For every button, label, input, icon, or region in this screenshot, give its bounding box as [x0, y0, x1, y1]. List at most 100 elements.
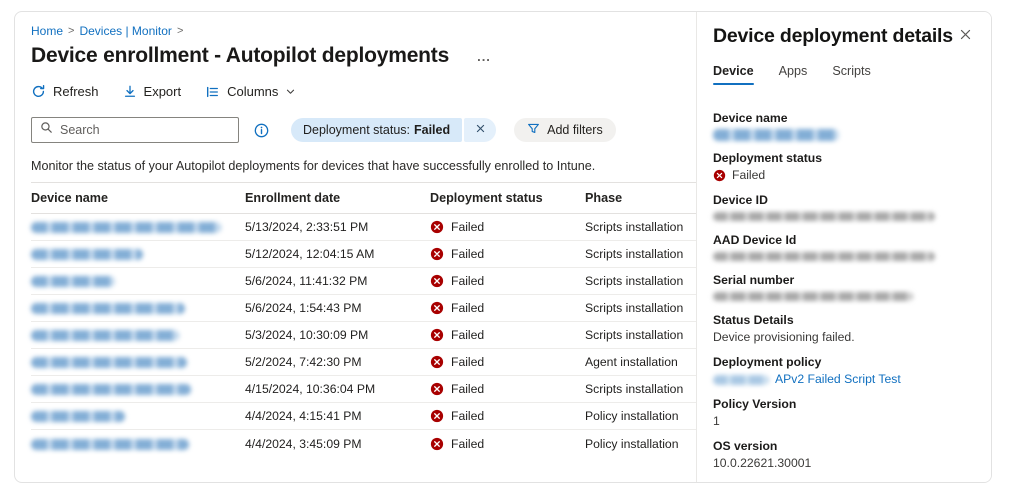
- phase-cell: Scripts installation: [585, 301, 696, 315]
- enrollment-date-cell: 4/4/2024, 4:15:41 PM: [245, 409, 430, 423]
- field-deployment-status: Deployment status Failed: [713, 150, 975, 184]
- device-deployment-details-panel: Device deployment details Device Apps Sc…: [696, 12, 991, 482]
- serial-number-value-redacted: [713, 292, 913, 301]
- status-label: Failed: [451, 328, 484, 342]
- field-label: Serial number: [713, 272, 975, 289]
- device-name-link-redacted[interactable]: [31, 411, 125, 422]
- page-description: Monitor the status of your Autopilot dep…: [31, 159, 696, 173]
- deployments-table: Device name Enrollment date Deployment s…: [31, 182, 696, 457]
- error-badge-icon: [430, 301, 444, 315]
- phase-cell: Scripts installation: [585, 328, 696, 342]
- error-badge-icon: [430, 382, 444, 396]
- table-row[interactable]: 5/2/2024, 7:42:30 PM Failed Agent instal…: [31, 349, 696, 376]
- close-icon: [959, 28, 972, 46]
- status-label: Failed: [451, 247, 484, 261]
- field-device-name: Device name: [713, 110, 975, 142]
- export-label: Export: [144, 84, 182, 99]
- status-label: Failed: [451, 437, 484, 451]
- column-header-phase[interactable]: Phase: [585, 191, 696, 205]
- command-bar: Refresh Export Columns: [31, 84, 696, 99]
- search-icon: [40, 121, 53, 139]
- enrollment-date-cell: 5/6/2024, 1:54:43 PM: [245, 301, 430, 315]
- remove-filter-button[interactable]: [464, 118, 496, 142]
- field-deployment-policy: Deployment policy APv2 Failed Script Tes…: [713, 354, 975, 388]
- device-name-link-redacted[interactable]: [31, 249, 143, 260]
- error-badge-icon: [430, 355, 444, 369]
- app-window: Home > Devices | Monitor > Device enroll…: [14, 11, 992, 483]
- table-row[interactable]: 5/12/2024, 12:04:15 AM Failed Scripts in…: [31, 241, 696, 268]
- error-badge-icon: [430, 437, 444, 451]
- column-header-deployment-status[interactable]: Deployment status: [430, 191, 585, 205]
- tab-device[interactable]: Device: [713, 64, 754, 85]
- tab-scripts[interactable]: Scripts: [832, 64, 871, 85]
- device-name-link-redacted[interactable]: [31, 439, 189, 450]
- filter-field-name: Deployment status:: [303, 123, 410, 137]
- refresh-label: Refresh: [53, 84, 99, 99]
- device-name-link-redacted[interactable]: [31, 384, 191, 395]
- device-name-link-redacted[interactable]: [31, 276, 115, 287]
- status-value: Failed: [732, 167, 765, 184]
- status-label: Failed: [451, 301, 484, 315]
- more-actions-button[interactable]: ...: [477, 49, 491, 64]
- filter-field-value: Failed: [414, 123, 450, 137]
- refresh-button[interactable]: Refresh: [31, 84, 99, 99]
- device-name-link-redacted[interactable]: [31, 222, 221, 233]
- tab-apps[interactable]: Apps: [779, 64, 808, 85]
- table-row[interactable]: 5/13/2024, 2:33:51 PM Failed Scripts ins…: [31, 214, 696, 241]
- columns-button[interactable]: Columns: [205, 84, 296, 99]
- info-icon[interactable]: [254, 123, 269, 138]
- active-filter-pill[interactable]: Deployment status: Failed: [291, 118, 496, 142]
- field-label: Device name: [713, 110, 975, 127]
- add-filters-label: Add filters: [547, 123, 603, 137]
- phase-cell: Agent installation: [585, 355, 696, 369]
- dismiss-icon: [475, 121, 486, 139]
- chevron-down-icon: [285, 86, 296, 97]
- filter-icon: [527, 122, 540, 138]
- close-panel-button[interactable]: [956, 25, 975, 49]
- phase-cell: Policy installation: [585, 409, 696, 423]
- download-icon: [123, 84, 137, 99]
- device-id-value-redacted: [713, 212, 935, 221]
- field-label: Deployment policy: [713, 354, 975, 371]
- policy-version-value: 1: [713, 413, 975, 430]
- table-row[interactable]: 5/6/2024, 11:41:32 PM Failed Scripts ins…: [31, 268, 696, 295]
- device-name-link-redacted[interactable]: [31, 357, 187, 368]
- status-label: Failed: [451, 274, 484, 288]
- status-label: Failed: [451, 220, 484, 234]
- field-aad-device-id: AAD Device Id: [713, 232, 975, 264]
- table-row[interactable]: 4/4/2024, 3:45:09 PM Failed Policy insta…: [31, 430, 696, 457]
- search-input[interactable]: [60, 123, 230, 137]
- phase-cell: Scripts installation: [585, 382, 696, 396]
- columns-icon: [205, 85, 220, 99]
- column-header-enrollment-date[interactable]: Enrollment date: [245, 191, 430, 205]
- enrollment-date-cell: 5/6/2024, 11:41:32 PM: [245, 274, 430, 288]
- export-button[interactable]: Export: [123, 84, 182, 99]
- status-label: Failed: [451, 409, 484, 423]
- table-row[interactable]: 4/4/2024, 4:15:41 PM Failed Policy insta…: [31, 403, 696, 430]
- table-row[interactable]: 5/6/2024, 1:54:43 PM Failed Scripts inst…: [31, 295, 696, 322]
- breadcrumb-devices-monitor[interactable]: Devices | Monitor: [79, 24, 171, 38]
- breadcrumb-home[interactable]: Home: [31, 24, 63, 38]
- error-badge-icon: [713, 169, 726, 182]
- columns-label: Columns: [227, 84, 278, 99]
- column-header-device-name[interactable]: Device name: [31, 191, 245, 205]
- field-label: Policy Version: [713, 396, 975, 413]
- device-name-link-redacted[interactable]: [31, 303, 185, 314]
- field-os-version: OS version 10.0.22621.30001: [713, 438, 975, 472]
- table-header: Device name Enrollment date Deployment s…: [31, 182, 696, 214]
- deployment-policy-link[interactable]: APv2 Failed Script Test: [775, 371, 901, 388]
- table-row[interactable]: 5/3/2024, 10:30:09 PM Failed Scripts ins…: [31, 322, 696, 349]
- add-filters-button[interactable]: Add filters: [514, 118, 616, 142]
- os-version-value: 10.0.22621.30001: [713, 455, 975, 472]
- phase-cell: Scripts installation: [585, 220, 696, 234]
- breadcrumb-separator: >: [68, 25, 74, 37]
- table-row[interactable]: 4/15/2024, 10:36:04 PM Failed Scripts in…: [31, 376, 696, 403]
- filter-pill-label[interactable]: Deployment status: Failed: [291, 118, 462, 142]
- enrollment-date-cell: 4/4/2024, 3:45:09 PM: [245, 437, 430, 451]
- enrollment-date-cell: 5/13/2024, 2:33:51 PM: [245, 220, 430, 234]
- phase-cell: Scripts installation: [585, 274, 696, 288]
- enrollment-date-cell: 5/3/2024, 10:30:09 PM: [245, 328, 430, 342]
- status-details-value: Device provisioning failed.: [713, 329, 975, 346]
- device-name-link-redacted[interactable]: [31, 330, 179, 341]
- search-box[interactable]: [31, 117, 239, 143]
